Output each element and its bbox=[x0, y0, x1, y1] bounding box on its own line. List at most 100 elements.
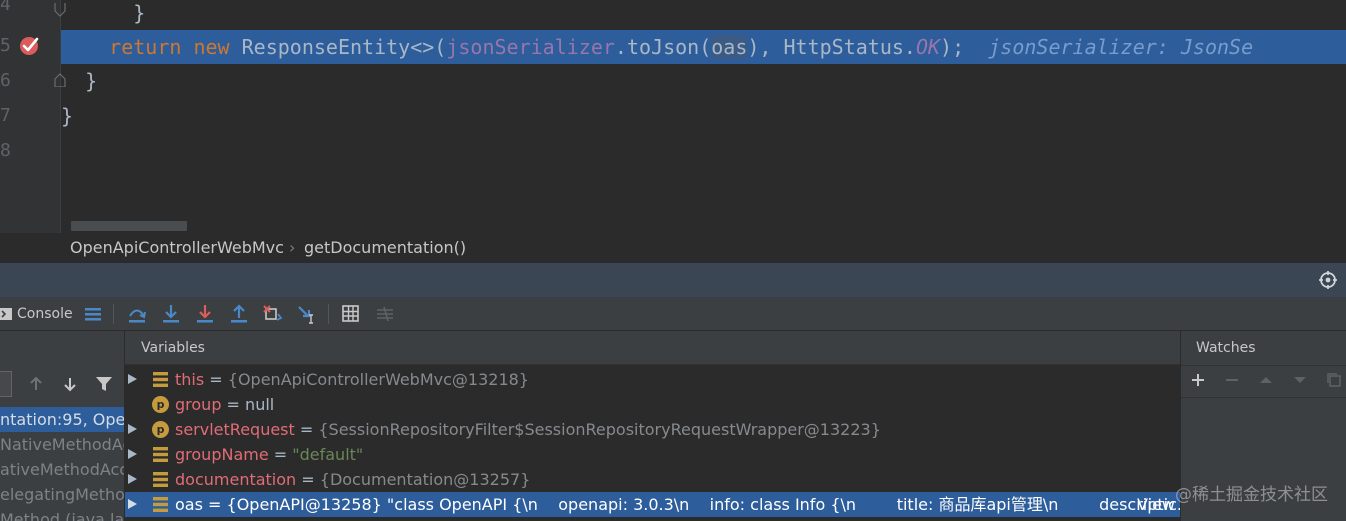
frame-item[interactable]: NativeMethodAc bbox=[0, 432, 124, 457]
remove-watch-icon[interactable] bbox=[1224, 372, 1240, 388]
settings-icon[interactable] bbox=[1319, 271, 1337, 289]
variable-value: {OpenApiControllerWebMvc@13218} bbox=[227, 370, 529, 389]
code-text: ); bbox=[940, 35, 965, 59]
field-ref: jsonSerializer bbox=[446, 35, 615, 59]
execution-point-line: return new ResponseEntity<>(jsonSerializ… bbox=[61, 30, 1346, 64]
variable-equals: = bbox=[221, 395, 246, 414]
variable-row[interactable]: p group = null bbox=[125, 392, 1180, 417]
step-out-icon[interactable] bbox=[229, 304, 249, 324]
code-line: } bbox=[61, 64, 1346, 98]
variable-name: documentation bbox=[175, 470, 297, 489]
trace-stream-icon[interactable] bbox=[375, 304, 395, 324]
code-text: ), HttpStatus. bbox=[747, 35, 916, 59]
breadcrumb: OpenApiControllerWebMvc › getDocumentati… bbox=[0, 233, 1346, 263]
move-up-icon[interactable] bbox=[1258, 372, 1274, 388]
breadcrumb-separator: › bbox=[289, 238, 296, 257]
frame-item[interactable]: ntation:95, Open bbox=[0, 407, 124, 432]
line-number: 4 bbox=[0, 0, 10, 15]
copy-icon[interactable] bbox=[1326, 372, 1342, 388]
field-icon bbox=[153, 372, 168, 387]
brace-text: } bbox=[61, 104, 74, 128]
step-over-icon[interactable] bbox=[127, 304, 147, 324]
keyword-return: return bbox=[109, 35, 182, 59]
toolbar-divider bbox=[113, 304, 114, 324]
debug-tool-window-header bbox=[0, 263, 1346, 297]
code-line: } bbox=[61, 99, 1346, 133]
arrow-down-icon[interactable] bbox=[62, 376, 78, 392]
line-number: 6 bbox=[0, 70, 10, 91]
keyword-new: new bbox=[193, 35, 230, 59]
divider bbox=[1181, 397, 1346, 398]
debug-toolbar: Console bbox=[0, 297, 1346, 331]
brace-text: } bbox=[133, 1, 146, 25]
variable-equals: = bbox=[268, 445, 293, 464]
frames-panel: ntation:95, Open NativeMethodAc ativeMet… bbox=[0, 331, 125, 521]
variable-row[interactable]: p servletRequest = {SessionRepositoryFil… bbox=[125, 417, 1180, 442]
run-to-cursor-icon[interactable] bbox=[297, 304, 317, 324]
enum-constant: OK bbox=[915, 35, 941, 59]
move-down-icon[interactable] bbox=[1292, 372, 1308, 388]
variable-value: null bbox=[245, 395, 275, 414]
frame-item[interactable]: Method (java.la bbox=[0, 507, 124, 521]
field-icon bbox=[153, 472, 168, 487]
variable-name: group bbox=[175, 395, 222, 414]
breadcrumb-method[interactable]: getDocumentation() bbox=[304, 233, 466, 263]
thread-selector[interactable] bbox=[0, 371, 12, 397]
variable-equals: = bbox=[204, 370, 228, 389]
console-icon bbox=[0, 308, 12, 320]
variable-value: {OpenAPI@13258} "class OpenAPI {\n opena… bbox=[226, 495, 1180, 514]
field-icon bbox=[153, 497, 168, 512]
variable-name: this bbox=[175, 370, 205, 389]
field-icon bbox=[153, 447, 168, 462]
variable-equals: = bbox=[294, 420, 319, 439]
inline-debug-hint: jsonSerializer: JsonSe bbox=[988, 35, 1254, 59]
expand-arrow-icon[interactable] bbox=[128, 449, 137, 459]
breakpoint-icon[interactable] bbox=[18, 34, 42, 58]
add-watch-icon[interactable] bbox=[1190, 372, 1206, 388]
line-number: 7 bbox=[0, 105, 10, 126]
code-line: } bbox=[61, 0, 1346, 30]
line-number: 8 bbox=[0, 140, 10, 161]
watches-header: Watches bbox=[1181, 331, 1346, 365]
variable-value: {SessionRepositoryFilter$SessionReposito… bbox=[318, 420, 881, 439]
filter-icon[interactable] bbox=[95, 376, 113, 392]
variable-name: servletRequest bbox=[175, 420, 295, 439]
console-tab-label: Console bbox=[17, 306, 73, 322]
watches-title: Watches bbox=[1196, 340, 1256, 356]
toolbar-divider bbox=[328, 304, 329, 324]
drop-frame-icon[interactable] bbox=[263, 304, 283, 324]
variable-equals: = bbox=[296, 470, 320, 489]
arrow-up-icon[interactable] bbox=[28, 376, 44, 392]
highlighted-identifier: oas bbox=[711, 35, 748, 59]
parameter-icon: p bbox=[152, 421, 169, 438]
class-ref: ResponseEntity<>( bbox=[241, 35, 447, 59]
evaluate-expression-icon[interactable] bbox=[341, 304, 361, 324]
variable-row[interactable]: groupName = "default" bbox=[125, 442, 1180, 467]
variable-value: "default" bbox=[292, 445, 364, 464]
variable-name: groupName bbox=[175, 445, 269, 464]
step-into-icon[interactable] bbox=[161, 304, 181, 324]
frames-menu-icon[interactable] bbox=[83, 304, 103, 324]
view-link[interactable]: View bbox=[1137, 492, 1175, 517]
code-editor[interactable]: 4 5 6 7 8 } return new ResponseEntity<>(… bbox=[0, 0, 1346, 233]
expand-arrow-icon[interactable] bbox=[128, 424, 137, 434]
variable-value: {Documentation@13257} bbox=[319, 470, 531, 489]
horizontal-scrollbar[interactable] bbox=[71, 221, 187, 231]
frame-item[interactable]: ativeMethodAcc bbox=[0, 457, 124, 482]
expand-arrow-icon[interactable] bbox=[128, 474, 137, 484]
variables-title: Variables bbox=[141, 340, 205, 356]
variable-row[interactable]: documentation = {Documentation@13257} bbox=[125, 467, 1180, 492]
expand-arrow-icon[interactable] bbox=[128, 499, 137, 509]
editor-gutter[interactable]: 4 5 6 7 8 bbox=[0, 0, 66, 233]
brace-text: } bbox=[85, 69, 98, 93]
expand-arrow-icon[interactable] bbox=[128, 374, 137, 384]
frame-item[interactable]: elegatingMetho bbox=[0, 482, 124, 507]
variables-header: Variables bbox=[125, 331, 1180, 365]
divider bbox=[1181, 365, 1346, 366]
variable-row[interactable]: this = {OpenApiControllerWebMvc@13218} bbox=[125, 367, 1180, 392]
variable-row-selected[interactable]: oas = {OpenAPI@13258} "class OpenAPI {\n… bbox=[125, 492, 1180, 517]
force-step-into-icon[interactable] bbox=[195, 304, 215, 324]
breadcrumb-class[interactable]: OpenApiControllerWebMvc bbox=[70, 233, 284, 263]
method-call: .toJson( bbox=[614, 35, 712, 59]
parameter-icon: p bbox=[152, 396, 169, 413]
